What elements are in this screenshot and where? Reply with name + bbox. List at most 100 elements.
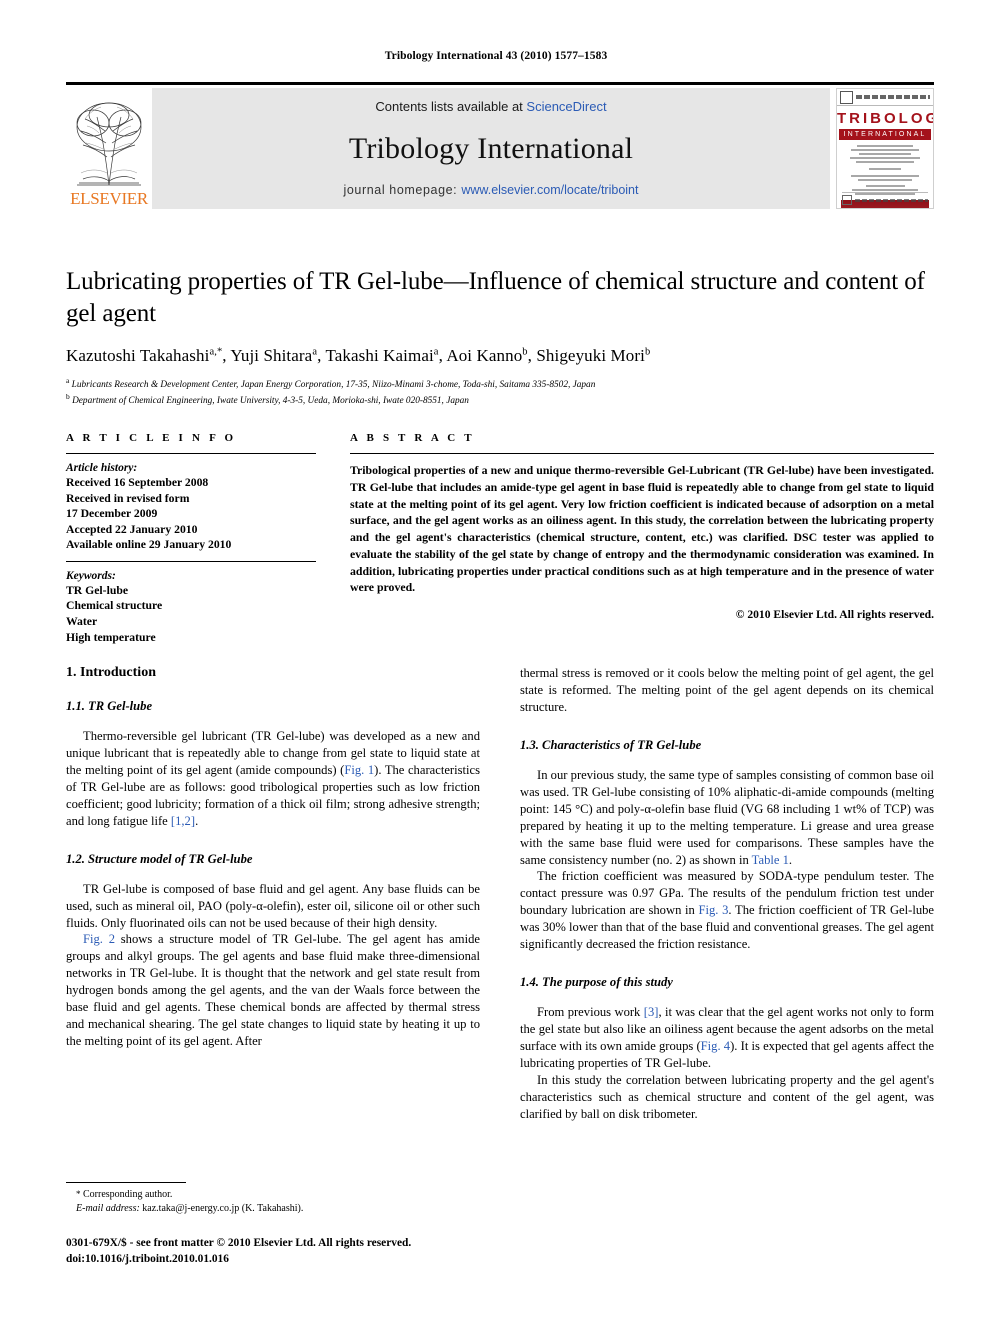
- cover-header-text-placeholder: [856, 95, 930, 99]
- figure-link-fig2[interactable]: Fig. 2: [83, 932, 115, 946]
- author-affil-marker: a,*: [209, 346, 223, 358]
- subsection-heading-1-4: 1.4. The purpose of this study: [520, 975, 673, 990]
- keyword-item: High temperature: [66, 630, 156, 644]
- article-title: Lubricating properties of TR Gel-lube—In…: [66, 268, 925, 327]
- journal-homepage-line: journal homepage: www.elsevier.com/locat…: [344, 183, 639, 197]
- paragraph: thermal stress is removed or it cools be…: [520, 666, 934, 714]
- cover-footer-text-placeholder: [855, 198, 928, 202]
- masthead-top-rule: [66, 82, 934, 85]
- figure-link-fig4[interactable]: Fig. 4: [701, 1039, 730, 1053]
- history-line: Received 16 September 2008: [66, 476, 209, 489]
- keywords-rule: [66, 560, 316, 562]
- paragraph: Thermo-reversible gel lubricant (TR Gel-…: [66, 728, 480, 830]
- cover-text-block: [837, 140, 933, 195]
- author-affil-marker: b: [644, 346, 651, 358]
- cover-text-line: [849, 157, 921, 159]
- cover-footer-strip: [842, 192, 928, 205]
- journal-cover-thumbnail: TRIBOLOGY INTERNATIONAL: [836, 88, 934, 209]
- paragraph-text: From previous work: [537, 1005, 644, 1020]
- keywords-label: Keywords:: [66, 569, 116, 582]
- abstract-heading: A B S T R A C T: [350, 432, 475, 444]
- paragraph-text: In our previous study, the same type of …: [520, 767, 934, 867]
- contents-prefix: Contents lists available at: [375, 99, 527, 114]
- journal-masthead: ELSEVIER Contents lists available at Sci…: [66, 82, 934, 209]
- affiliation-a: a Lubricants Research & Development Cent…: [66, 376, 596, 391]
- cover-text-line: [851, 149, 919, 151]
- cover-text-line: [857, 179, 913, 181]
- article-header: Lubricating properties of TR Gel-lube—In…: [66, 266, 934, 409]
- author-affil-marker: b: [522, 346, 528, 358]
- figure-link-fig1[interactable]: Fig. 1: [344, 763, 374, 777]
- email-label: E-mail address:: [76, 1203, 140, 1214]
- paragraph: In this study the correlation between lu…: [520, 1072, 934, 1121]
- article-body: 1. Introduction 1.1. TR Gel-lube Thermo-…: [66, 665, 934, 1123]
- abstract-copyright: © 2010 Elsevier Ltd. All rights reserved…: [735, 608, 934, 621]
- subsection-heading-1-3: 1.3. Characteristics of TR Gel-lube: [520, 737, 702, 752]
- cover-text-line: [865, 185, 905, 187]
- cover-text-line: [850, 175, 920, 177]
- paragraph: The friction coefficient was measured by…: [520, 868, 934, 953]
- subsection-heading-1-2: 1.2. Structure model of TR Gel-lube: [66, 851, 253, 866]
- masthead-body: ELSEVIER Contents lists available at Sci…: [66, 88, 934, 209]
- abstract-rule: [350, 453, 934, 454]
- cover-journal-title: TRIBOLOGY: [837, 110, 933, 127]
- history-line: 17 December 2009: [66, 507, 158, 521]
- elsevier-wordmark: ELSEVIER: [70, 189, 148, 208]
- running-head: Tribology International 43 (2010) 1577–1…: [384, 50, 608, 62]
- footnote-block: * Corresponding author. E-mail address: …: [66, 1182, 480, 1216]
- elsevier-logo: ELSEVIER: [66, 88, 152, 209]
- article-info-rule: [66, 453, 316, 454]
- history-line: Received in revised form: [66, 491, 190, 505]
- email-note: E-mail address: kaz.taka@j-energy.co.jp …: [66, 1202, 480, 1216]
- corresponding-author-text: Corresponding author.: [80, 1189, 173, 1200]
- paragraph-text: .: [788, 852, 793, 867]
- cover-text-line: [856, 145, 914, 147]
- cover-journal-subtitle: INTERNATIONAL: [839, 129, 931, 140]
- sciencedirect-link[interactable]: ScienceDirect: [526, 99, 606, 114]
- journal-article-page: Tribology International 43 (2010) 1577–1…: [0, 0, 992, 1323]
- history-line: Available online 29 January 2010: [66, 538, 232, 552]
- paragraph-text: .: [195, 813, 199, 828]
- article-info-column: A R T I C L E I N F O Article history: R…: [66, 432, 316, 645]
- journal-homepage-link[interactable]: www.elsevier.com/locate/triboint: [461, 183, 638, 197]
- section-heading-introduction: 1. Introduction: [66, 665, 156, 680]
- column-gap: [316, 432, 350, 645]
- history-line: Accepted 22 January 2010: [66, 522, 198, 536]
- keyword-item: Chemical structure: [66, 599, 163, 613]
- imprint-block: 0301-679X/$ - see front matter © 2010 El…: [66, 1235, 496, 1267]
- paragraph-text: shows a structure model of TR Gel-lube. …: [66, 932, 480, 1049]
- article-info-heading: A R T I C L E I N F O: [66, 432, 237, 444]
- body-column-gap: [480, 665, 520, 1123]
- imprint-doi-line[interactable]: doi:10.1016/j.triboint.2010.01.016: [66, 1251, 496, 1267]
- corresponding-author-note: * Corresponding author.: [66, 1188, 480, 1202]
- paragraph: In our previous study, the same type of …: [520, 767, 934, 869]
- author-affil-marker: a: [433, 346, 439, 358]
- article-history-label: Article history:: [66, 462, 138, 474]
- affiliation-b: b Department of Chemical Engineering, Iw…: [66, 392, 469, 407]
- author-affil-marker: a: [312, 346, 318, 358]
- table-link-table1[interactable]: Table 1: [752, 853, 789, 867]
- contents-list-line: Contents lists available at ScienceDirec…: [375, 99, 606, 114]
- keyword-item: TR Gel-lube: [66, 583, 129, 597]
- masthead-center-band: Contents lists available at ScienceDirec…: [152, 88, 830, 209]
- affiliation-marker: a: [66, 376, 70, 385]
- journal-title: Tribology International: [348, 131, 634, 165]
- cover-footer-icon: [842, 195, 852, 205]
- cover-header-strip: [837, 89, 933, 106]
- citation-link-3[interactable]: [3]: [644, 1005, 659, 1019]
- figure-link-fig3[interactable]: Fig. 3: [699, 903, 729, 917]
- subsection-heading-1-1: 1.1. TR Gel-lube: [66, 699, 153, 713]
- keyword-item: Water: [66, 614, 98, 628]
- paragraph: TR Gel-lube is composed of base fluid an…: [66, 881, 480, 930]
- cover-text-line: [859, 153, 911, 155]
- homepage-prefix: journal homepage:: [343, 183, 462, 197]
- email-value[interactable]: kaz.taka@j-energy.co.jp (K. Takahashi).: [140, 1203, 303, 1214]
- info-and-abstract: A R T I C L E I N F O Article history: R…: [66, 432, 934, 645]
- citation-link-1-2[interactable]: [1,2]: [171, 814, 195, 828]
- footnote-rule: [66, 1182, 186, 1183]
- affiliation-marker: b: [66, 392, 70, 402]
- body-column-right: thermal stress is removed or it cools be…: [520, 665, 934, 1123]
- abstract-text: Tribological properties of a new and uni…: [350, 463, 934, 595]
- paragraph: From previous work [3], it was clear tha…: [520, 1004, 934, 1072]
- author-list: Kazutoshi Takahashia,*, Yuji Shitaraa, T…: [66, 346, 651, 365]
